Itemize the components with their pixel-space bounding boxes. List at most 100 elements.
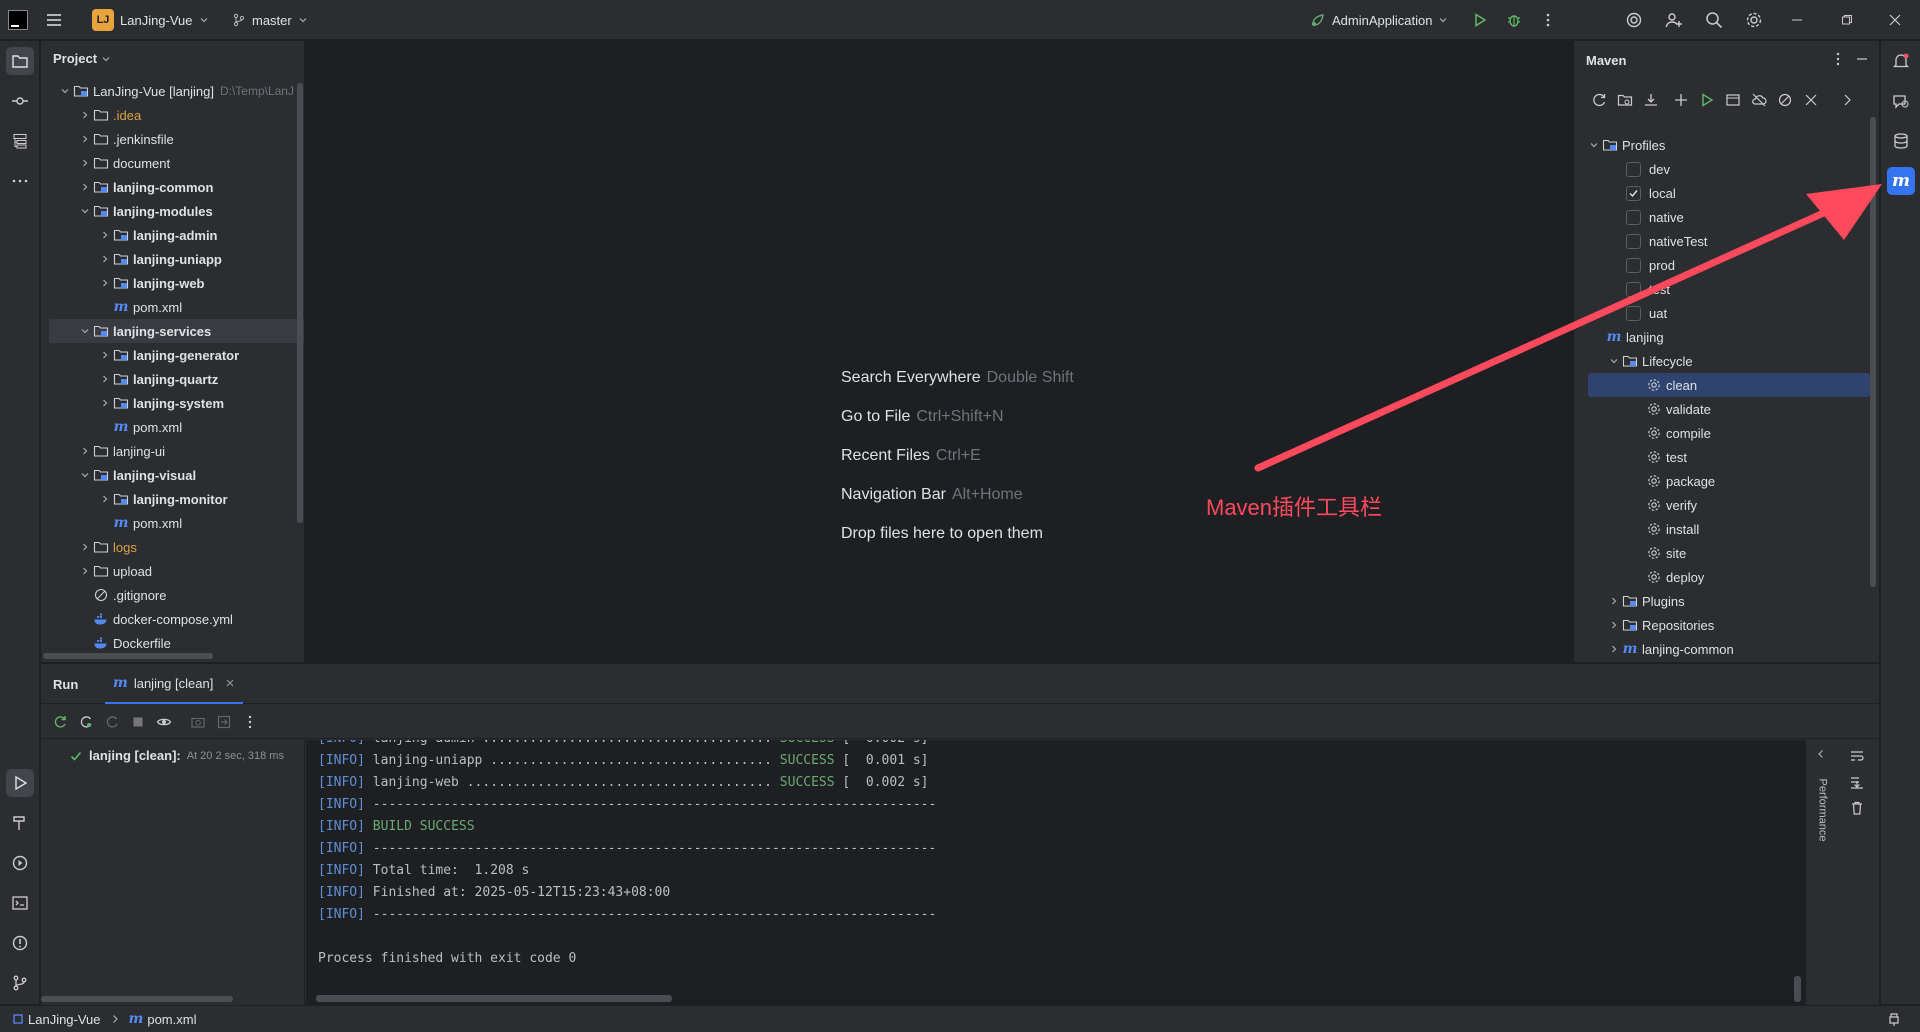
project-tree-item[interactable]: m pom.xml bbox=[49, 295, 304, 319]
generate-sources-button[interactable] bbox=[1614, 89, 1636, 111]
build-tool-button[interactable] bbox=[6, 809, 34, 837]
app-logo[interactable] bbox=[8, 0, 28, 40]
project-tree-item[interactable]: document bbox=[49, 151, 304, 175]
close-icon[interactable] bbox=[225, 678, 235, 688]
project-tree-item[interactable]: lanjing-common bbox=[49, 175, 304, 199]
project-tree-item[interactable]: LanJing-Vue [lanjing] D:\Temp\LanJ bbox=[49, 79, 304, 103]
run-config-selector[interactable]: AdminApplication bbox=[1310, 0, 1448, 40]
maven-lifecycle-goal[interactable]: site bbox=[1646, 541, 1686, 565]
project-tree-item[interactable]: lanjing-visual bbox=[49, 463, 304, 487]
collapse-toggle[interactable] bbox=[1586, 137, 1602, 153]
run-tree-item[interactable]: lanjing [clean]: At 20 2 sec, 318 ms bbox=[69, 748, 284, 763]
expand-toolbar-button[interactable] bbox=[1836, 89, 1858, 111]
maven-module-node[interactable]: m lanjing-common bbox=[1606, 637, 1734, 661]
project-tree-item[interactable]: lanjing-services bbox=[49, 319, 304, 343]
expand-toggle[interactable] bbox=[77, 107, 93, 123]
breadcrumb-project[interactable]: LanJing-Vue bbox=[28, 1012, 101, 1027]
problems-tool-button[interactable] bbox=[6, 929, 34, 957]
screenshot-button[interactable] bbox=[187, 711, 209, 733]
run-tree-hscrollbar[interactable] bbox=[41, 996, 233, 1002]
expand-toggle[interactable] bbox=[77, 443, 93, 459]
project-tree-item[interactable]: upload bbox=[49, 559, 304, 583]
project-tree-item[interactable]: .jenkinsfile bbox=[49, 127, 304, 151]
breadcrumb-file[interactable]: pom.xml bbox=[147, 1012, 196, 1027]
project-tree-item[interactable]: lanjing-monitor bbox=[49, 487, 304, 511]
run-tab-lanjing-clean[interactable]: m lanjing [clean] bbox=[105, 664, 244, 704]
expand-toggle[interactable] bbox=[77, 539, 93, 555]
maven-lifecycle-goal[interactable]: install bbox=[1646, 517, 1699, 541]
expand-toggle[interactable] bbox=[97, 347, 113, 363]
more-tools-button[interactable] bbox=[6, 167, 34, 195]
reload-projects-button[interactable] bbox=[1588, 89, 1610, 111]
rerun-failed-button[interactable] bbox=[75, 711, 97, 733]
project-tree-item[interactable]: lanjing-ui bbox=[49, 439, 304, 463]
terminal-tool-button[interactable] bbox=[6, 889, 34, 917]
expand-toggle[interactable] bbox=[97, 371, 113, 387]
run-more-button[interactable] bbox=[239, 711, 261, 733]
offline-mode-button[interactable] bbox=[1748, 89, 1770, 111]
restore-window-button[interactable] bbox=[1840, 0, 1854, 40]
add-project-button[interactable] bbox=[1670, 89, 1692, 111]
project-tree-item[interactable]: Dockerfile bbox=[49, 631, 304, 655]
maven-lifecycle-goal[interactable]: deploy bbox=[1646, 565, 1704, 589]
maven-plugins-node[interactable]: Plugins bbox=[1606, 589, 1685, 613]
services-tool-button[interactable] bbox=[6, 849, 34, 877]
more-actions-button[interactable] bbox=[1534, 0, 1562, 40]
project-tool-button[interactable] bbox=[6, 47, 34, 75]
ai-assistant-button[interactable] bbox=[1620, 0, 1648, 40]
project-tree-item[interactable]: lanjing-generator bbox=[49, 343, 304, 367]
main-menu-button[interactable] bbox=[44, 0, 64, 40]
settings-button[interactable] bbox=[1740, 0, 1768, 40]
expand-toggle[interactable] bbox=[97, 491, 113, 507]
project-tree-item[interactable]: lanjing-modules bbox=[49, 199, 304, 223]
maven-tool-button[interactable]: m bbox=[1887, 167, 1915, 195]
expand-toggle[interactable] bbox=[1606, 617, 1622, 633]
maven-profiles-node[interactable]: Profiles bbox=[1586, 133, 1665, 157]
project-hscrollbar[interactable] bbox=[43, 653, 213, 659]
expand-toggle[interactable] bbox=[77, 563, 93, 579]
expand-toggle[interactable] bbox=[1606, 593, 1622, 609]
maven-lifecycle-goal[interactable]: verify bbox=[1646, 493, 1697, 517]
expand-toggle[interactable] bbox=[97, 275, 113, 291]
skip-tests-button[interactable] bbox=[1774, 89, 1796, 111]
expand-toggle[interactable] bbox=[97, 251, 113, 267]
structure-tool-button[interactable] bbox=[6, 127, 34, 155]
collapse-toggle[interactable] bbox=[77, 203, 93, 219]
maven-module-node[interactable]: mlanjing-modules bbox=[1606, 661, 1733, 662]
project-tree-item[interactable]: .gitignore bbox=[49, 583, 304, 607]
project-switcher[interactable]: LJ LanJing-Vue bbox=[92, 0, 209, 40]
ai-chat-tool-button[interactable] bbox=[1887, 87, 1915, 115]
performance-tab[interactable]: Performance bbox=[1807, 770, 1837, 850]
collapse-toggle[interactable] bbox=[77, 467, 93, 483]
project-tree-item[interactable]: m pom.xml bbox=[49, 415, 304, 439]
maven-hide-button[interactable] bbox=[1854, 51, 1870, 67]
run-tool-button[interactable] bbox=[6, 769, 34, 797]
expand-toggle[interactable] bbox=[1606, 641, 1622, 657]
collapse-performance-button[interactable] bbox=[1815, 748, 1827, 760]
show-passed-button[interactable] bbox=[153, 711, 175, 733]
rerun-button[interactable] bbox=[49, 711, 71, 733]
project-tree-item[interactable]: .idea bbox=[49, 103, 304, 127]
console-output[interactable]: [INFO] lanjing-admin ...................… bbox=[306, 740, 1806, 1005]
minimize-window-button[interactable] bbox=[1790, 0, 1804, 40]
project-tree-item[interactable]: lanjing-admin bbox=[49, 223, 304, 247]
debug-button[interactable] bbox=[1500, 0, 1528, 40]
execute-goal-button[interactable] bbox=[1722, 89, 1744, 111]
expand-toggle[interactable] bbox=[77, 131, 93, 147]
export-button[interactable] bbox=[213, 711, 235, 733]
collapse-toggle[interactable] bbox=[77, 323, 93, 339]
console-vscrollbar[interactable] bbox=[1794, 976, 1801, 1002]
console-hscrollbar[interactable] bbox=[316, 995, 672, 1002]
collapse-toggle[interactable] bbox=[57, 83, 73, 99]
toggle-auto-test-button[interactable] bbox=[101, 711, 123, 733]
project-tree-item[interactable]: lanjing-system bbox=[49, 391, 304, 415]
stop-button[interactable] bbox=[127, 711, 149, 733]
run-button[interactable] bbox=[1466, 0, 1494, 40]
soft-wrap-button[interactable] bbox=[1849, 748, 1865, 764]
project-scrollbar[interactable] bbox=[297, 83, 303, 523]
close-window-button[interactable] bbox=[1888, 0, 1902, 40]
project-tree-item[interactable]: m pom.xml bbox=[49, 511, 304, 535]
notifications-tool-button[interactable] bbox=[1887, 47, 1915, 75]
project-tree-item[interactable]: docker-compose.yml bbox=[49, 607, 304, 631]
clear-console-button[interactable] bbox=[1849, 800, 1865, 816]
